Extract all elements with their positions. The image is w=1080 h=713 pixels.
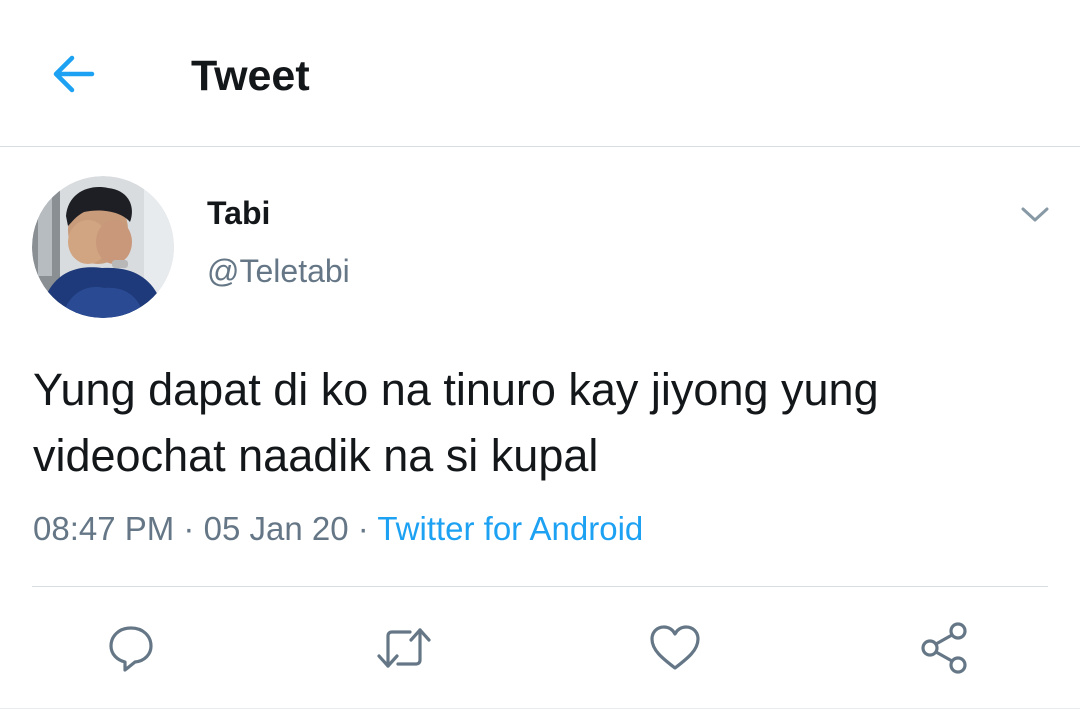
author-name[interactable]: Tabi bbox=[207, 193, 270, 233]
retweet-button[interactable] bbox=[372, 612, 436, 684]
arrow-left-icon bbox=[53, 55, 95, 93]
reply-icon bbox=[109, 626, 153, 672]
divider bbox=[32, 586, 1048, 587]
top-app-bar: Tweet bbox=[0, 0, 1080, 147]
share-icon bbox=[921, 622, 967, 674]
tweet-text: Yung dapat di ko na tinuro kay jiyong yu… bbox=[33, 357, 1053, 489]
meta-separator: · bbox=[183, 510, 195, 547]
page-title: Tweet bbox=[191, 52, 310, 100]
bottom-divider bbox=[0, 708, 1080, 709]
tweet-date: 05 Jan 20 bbox=[203, 510, 349, 547]
tweet-time: 08:47 PM bbox=[33, 510, 175, 547]
chevron-down-icon bbox=[1021, 207, 1049, 222]
tweet-meta: 08:47 PM · 05 Jan 20 · Twitter for Andro… bbox=[33, 508, 643, 550]
retweet-icon bbox=[377, 628, 431, 668]
avatar[interactable] bbox=[32, 176, 174, 318]
heart-icon bbox=[650, 625, 700, 670]
back-button[interactable] bbox=[46, 50, 100, 98]
tweet-menu-button[interactable] bbox=[1012, 196, 1058, 234]
tweet-text-line: videochat naadik na si kupal bbox=[33, 430, 599, 481]
avatar-photo bbox=[32, 176, 174, 318]
tweet-actions bbox=[0, 612, 1080, 684]
reply-button[interactable] bbox=[99, 612, 163, 684]
tweet-source-link[interactable]: Twitter for Android bbox=[377, 510, 643, 547]
author-handle[interactable]: @Teletabi bbox=[207, 251, 350, 291]
tweet-text-line: Yung dapat di ko na tinuro kay jiyong yu… bbox=[33, 364, 879, 415]
like-button[interactable] bbox=[643, 612, 707, 684]
meta-separator: · bbox=[357, 510, 369, 547]
share-button[interactable] bbox=[913, 612, 977, 684]
